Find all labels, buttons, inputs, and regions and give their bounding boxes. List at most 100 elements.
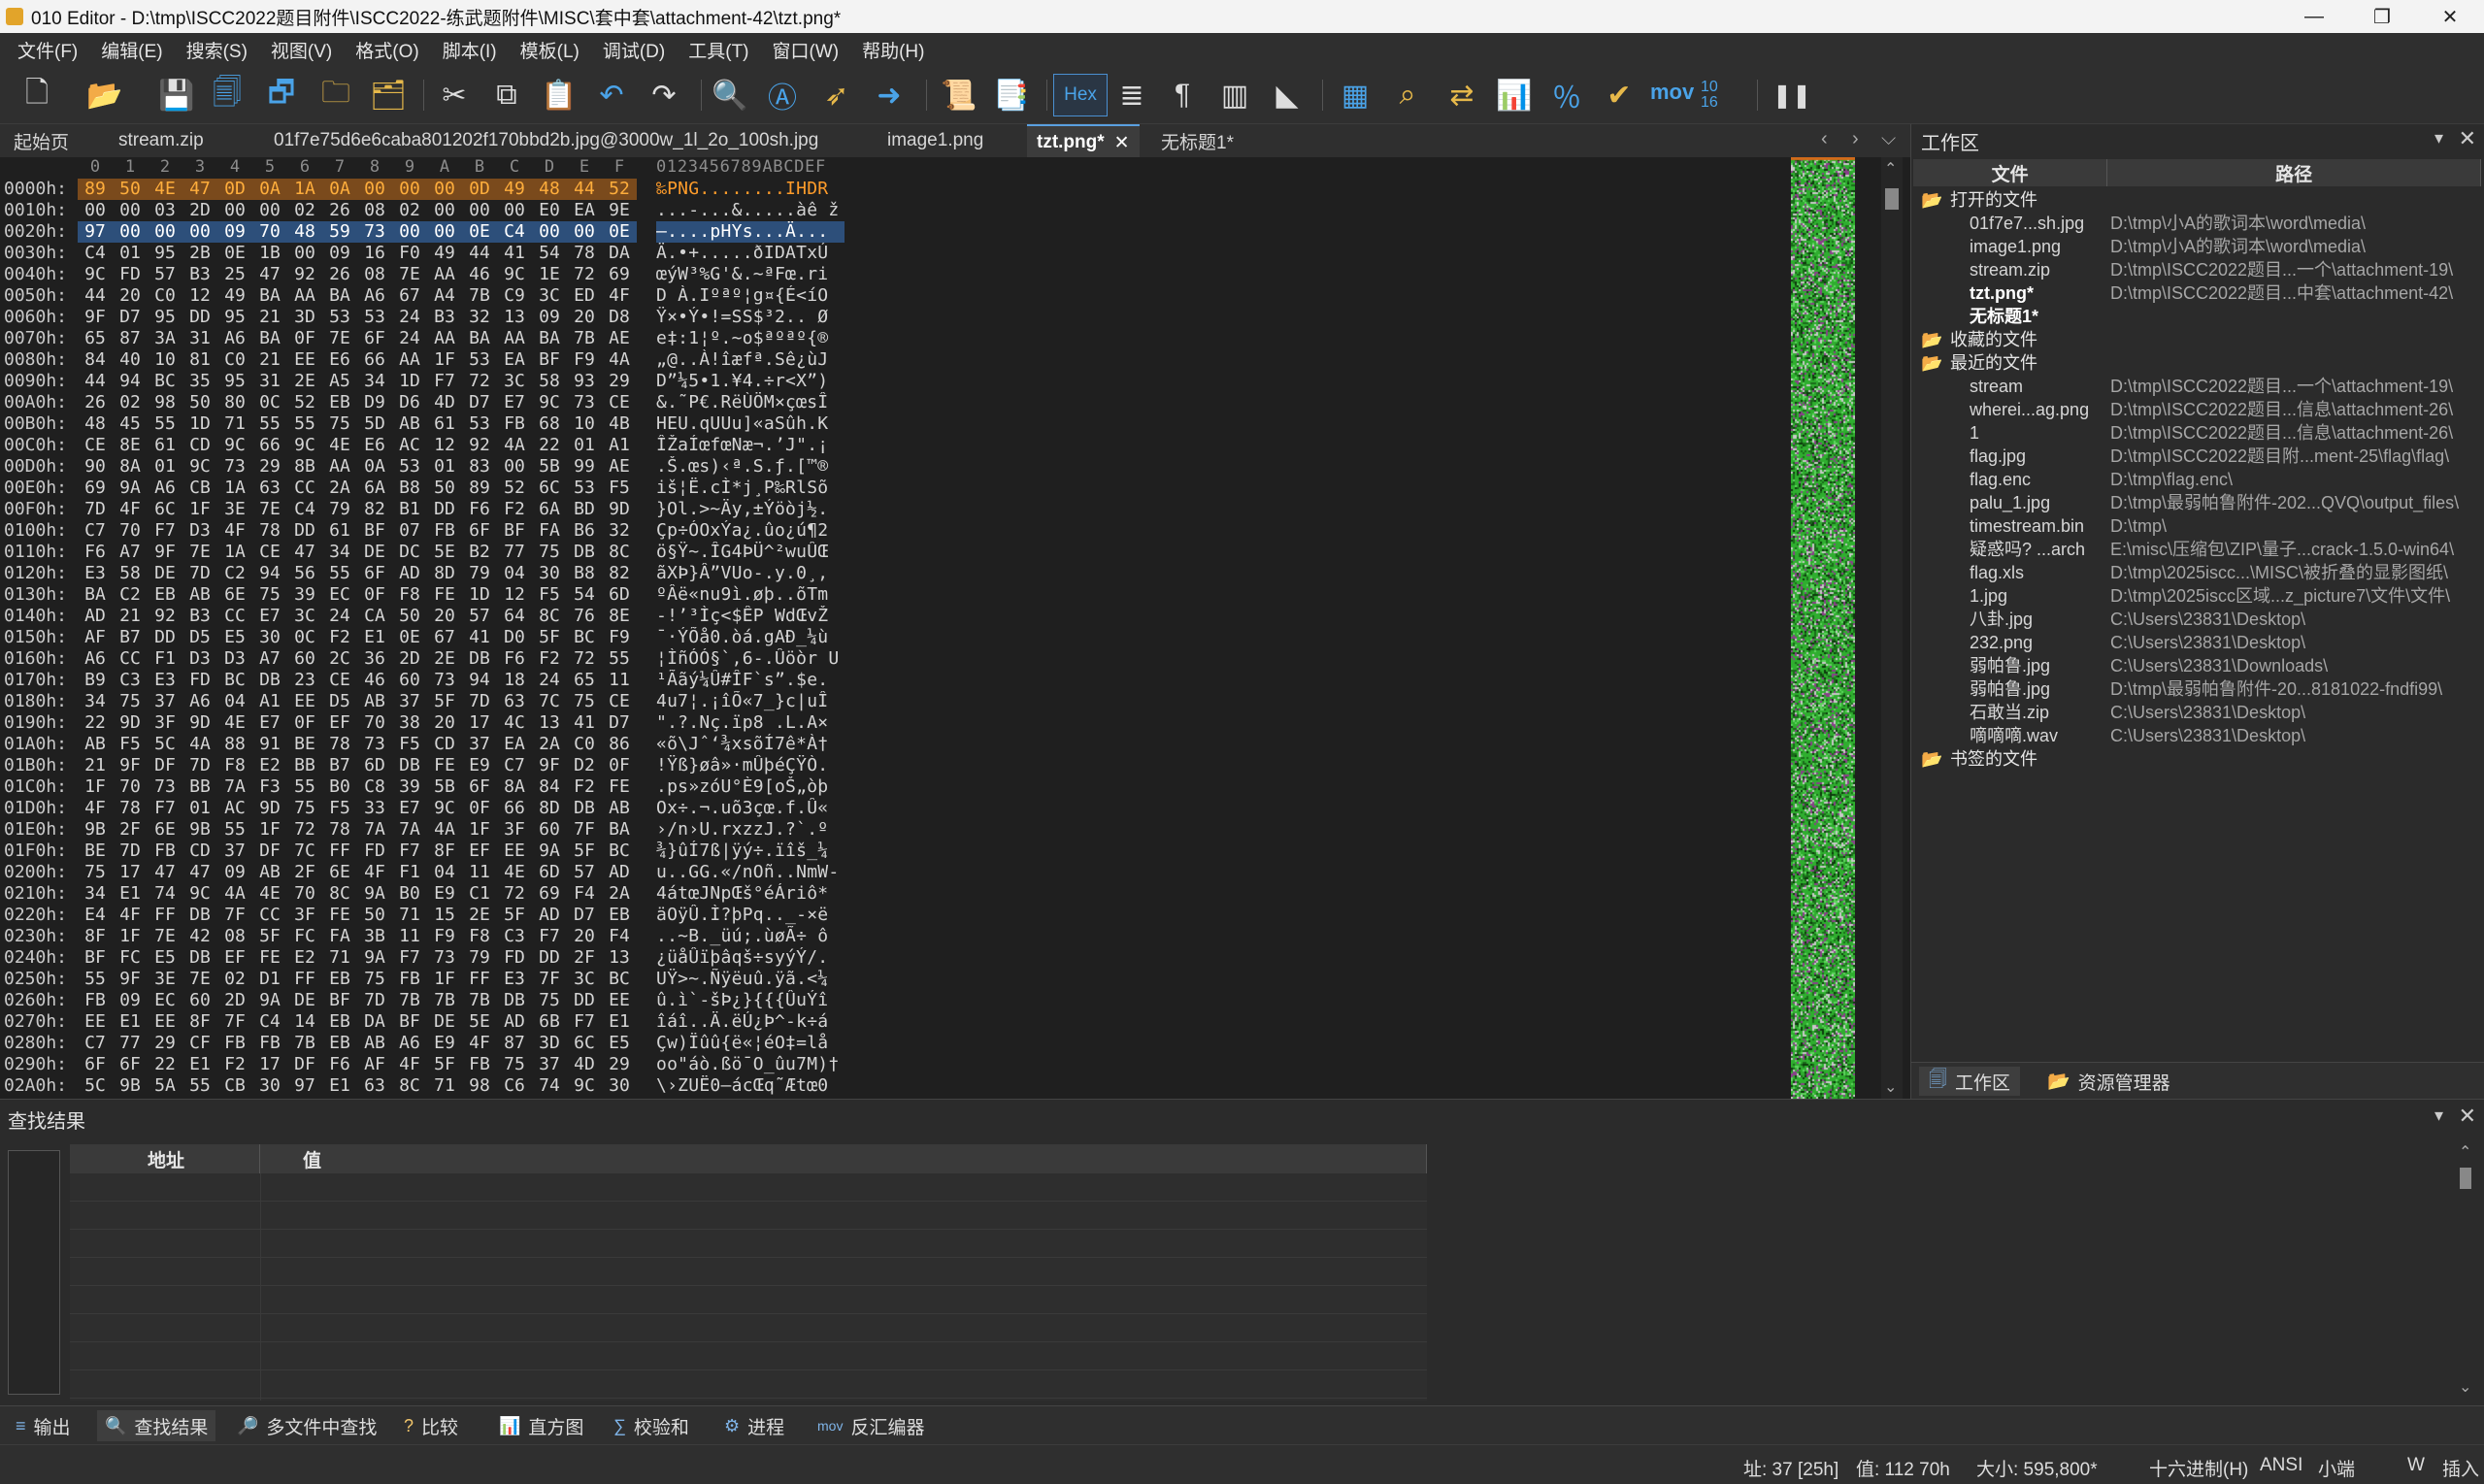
hex-byte[interactable]: BA	[532, 328, 567, 349]
hex-byte[interactable]: 90	[78, 456, 113, 478]
hex-byte[interactable]: 21	[252, 307, 287, 328]
ascii-text[interactable]: }Ol.>~Äy‚±Ýöòj½.	[656, 499, 845, 520]
hex-byte[interactable]: A1	[602, 435, 637, 456]
hex-byte[interactable]: 63	[357, 1075, 392, 1097]
hex-byte[interactable]: 1A	[217, 478, 252, 499]
check-icon[interactable]: ✔	[1600, 76, 1639, 115]
hex-byte[interactable]: 7A	[392, 819, 427, 841]
hex-byte[interactable]: 9F	[113, 969, 148, 990]
hex-byte[interactable]: 40	[113, 349, 148, 371]
hex-byte[interactable]: 9D	[602, 499, 637, 520]
hex-row[interactable]: 0010h: 00 00 03 2D 00 00 02 26 08 02 00 00 00 E0 EA 9E..…	[0, 200, 854, 221]
hex-row[interactable]: 01A0h: AB F5 5C 4A 88 91 BE 78 73 F5 CD 37 EA 2A C0 86 «õ…	[0, 734, 854, 755]
hex-byte[interactable]: 2E	[287, 371, 322, 392]
hex-byte[interactable]: 4C	[497, 712, 532, 734]
hex-byte[interactable]: E6	[322, 349, 357, 371]
hex-byte[interactable]: D1	[252, 969, 287, 990]
hex-byte[interactable]: FE	[252, 947, 287, 969]
hex-byte[interactable]: DB	[182, 947, 217, 969]
ascii-text[interactable]: îáî..Ä.ëÚ¿Þ^-k÷á	[656, 1011, 845, 1033]
hex-byte[interactable]: 3F	[148, 712, 182, 734]
hex-byte[interactable]: 1F	[182, 499, 217, 520]
hex-byte[interactable]: 34	[357, 371, 392, 392]
hex-byte[interactable]: 4A	[427, 819, 462, 841]
menu-tools[interactable]: 工具(T)	[677, 37, 760, 63]
workspace-file-item[interactable]: 八卦.jpg C:\Users\23831\Desktop\	[1911, 608, 2484, 631]
hex-byte[interactable]: 7D	[357, 990, 392, 1011]
hex-byte[interactable]: 63	[252, 478, 287, 499]
hex-byte[interactable]: DE	[427, 1011, 462, 1033]
hex-byte[interactable]: 34	[78, 883, 113, 905]
scroll-up-icon[interactable]: ⌃	[1884, 159, 1897, 179]
hex-byte[interactable]: 01	[182, 798, 217, 819]
tab-find-results[interactable]: 🔍 查找结果	[97, 1410, 216, 1441]
hex-byte[interactable]: D3	[182, 648, 217, 670]
hex-row[interactable]: 01C0h: 1F 70 73 BB 7A F3 55 B0 C8 39 5B 6F 8A 84 F2 FE .p…	[0, 776, 854, 798]
hex-byte[interactable]: 17	[462, 712, 497, 734]
hex-byte[interactable]: 02	[392, 200, 427, 221]
hex-row[interactable]: 0270h: EE E1 EE 8F 7F C4 14 EB DA BF DE 5E AD 6B F7 E1 îá…	[0, 1011, 854, 1033]
hex-byte[interactable]: 47	[287, 542, 322, 563]
hex-byte[interactable]: 22	[78, 712, 113, 734]
hex-byte[interactable]: 9C	[287, 435, 322, 456]
hex-byte[interactable]: B3	[182, 264, 217, 285]
hex-byte[interactable]: 38	[392, 712, 427, 734]
hex-byte[interactable]: 33	[357, 798, 392, 819]
hex-byte[interactable]: 3C	[497, 371, 532, 392]
hex-byte[interactable]: BC	[602, 841, 637, 862]
hex-byte[interactable]: 94	[462, 670, 497, 691]
hex-byte[interactable]: C8	[357, 776, 392, 798]
hex-byte[interactable]: 53	[567, 478, 602, 499]
hex-byte[interactable]: 3E	[217, 499, 252, 520]
hex-byte[interactable]: 5B	[427, 776, 462, 798]
hex-byte[interactable]: 5D	[357, 413, 392, 435]
hex-byte[interactable]: 71	[427, 1075, 462, 1097]
hex-row[interactable]: 0160h: A6 CC F1 D3 D3 A7 60 2C 36 2D 2E DB F6 F2 72 55 ¦Ì…	[0, 648, 854, 670]
hex-byte[interactable]: C3	[497, 926, 532, 947]
hex-byte[interactable]: FD	[113, 264, 148, 285]
hex-byte[interactable]: 80	[217, 392, 252, 413]
hex-byte[interactable]: B8	[567, 563, 602, 584]
hex-byte[interactable]: C0	[148, 285, 182, 307]
hex-byte[interactable]: CE	[322, 670, 357, 691]
hex-byte[interactable]: 9A	[252, 990, 287, 1011]
hex-byte[interactable]: 49	[217, 285, 252, 307]
hex-byte[interactable]: 04	[497, 563, 532, 584]
hex-byte[interactable]: 3D	[287, 307, 322, 328]
hex-byte[interactable]: 64	[497, 606, 532, 627]
hex-byte[interactable]: FF	[287, 969, 322, 990]
save-all-icon[interactable]: 🗗	[262, 76, 301, 115]
hex-byte[interactable]: AF	[78, 627, 113, 648]
hex-byte[interactable]: 7C	[287, 841, 322, 862]
disassembler-button[interactable]: mov	[1650, 80, 1694, 105]
hex-byte[interactable]: 0F	[287, 328, 322, 349]
hex-byte[interactable]: 7A	[357, 819, 392, 841]
hex-byte[interactable]: 01	[113, 243, 148, 264]
hex-byte[interactable]: FD	[497, 947, 532, 969]
hex-byte[interactable]: 7D	[78, 499, 113, 520]
hex-byte[interactable]: 5E	[427, 542, 462, 563]
hex-byte[interactable]: 0F	[462, 798, 497, 819]
hex-byte[interactable]: 2C	[322, 648, 357, 670]
hex-byte[interactable]: 6F	[462, 520, 497, 542]
hex-byte[interactable]: 8C	[602, 542, 637, 563]
hex-byte[interactable]: 00	[462, 200, 497, 221]
hex-byte[interactable]: 26	[322, 200, 357, 221]
hex-byte[interactable]: 3C	[287, 606, 322, 627]
hex-byte[interactable]: EC	[322, 584, 357, 606]
hex-byte[interactable]: 00	[427, 179, 462, 200]
hex-byte[interactable]: D5	[322, 691, 357, 712]
calculator-icon[interactable]: ▦	[1336, 76, 1374, 115]
hex-byte[interactable]: 79	[462, 947, 497, 969]
hex-row[interactable]: 0180h: 34 75 37 A6 04 A1 EE D5 AB 37 5F 7D 63 7C 75 CE 4u…	[0, 691, 854, 712]
hex-byte[interactable]: 9B	[113, 1075, 148, 1097]
hex-byte[interactable]: EF	[217, 947, 252, 969]
columns-icon[interactable]: ▥	[1215, 76, 1254, 115]
hex-byte[interactable]: E1	[322, 1075, 357, 1097]
hex-byte[interactable]: 60	[182, 990, 217, 1011]
hex-byte[interactable]: 72	[287, 819, 322, 841]
hex-byte[interactable]: 55	[602, 648, 637, 670]
hex-byte[interactable]: 56	[287, 563, 322, 584]
hex-byte[interactable]: 65	[78, 328, 113, 349]
hex-byte[interactable]: 48	[287, 221, 322, 243]
